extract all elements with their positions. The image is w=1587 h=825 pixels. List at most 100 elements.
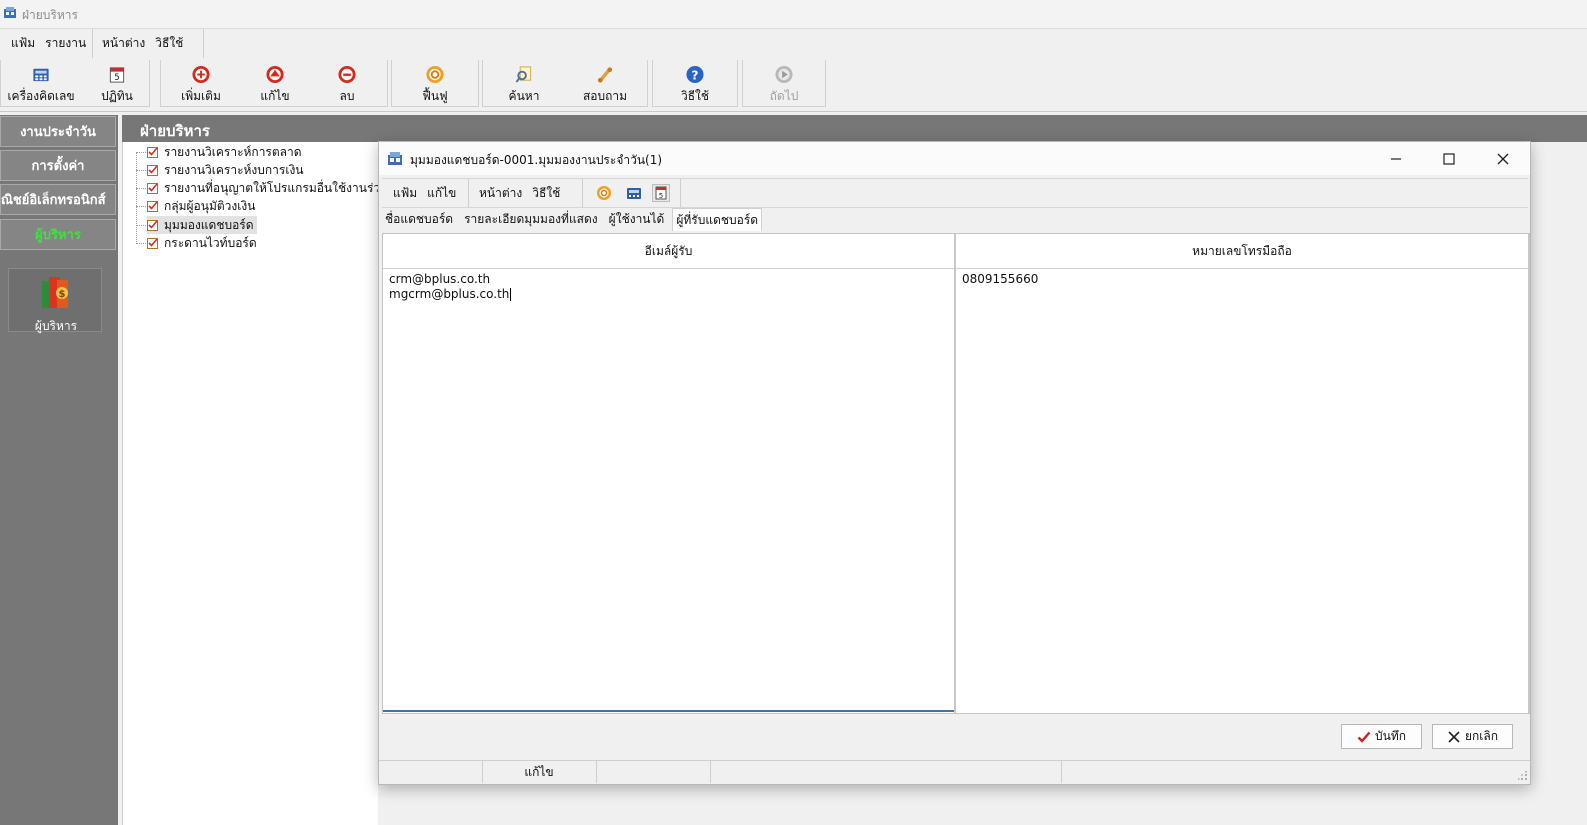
sidebar-item-ecommerce-label: พาณิชย์อิเล็กทรอนิกส์ xyxy=(0,193,106,208)
status-cell xyxy=(379,761,483,783)
sidebar-item-daily-work[interactable]: งานประจำวัน xyxy=(0,116,116,147)
resize-grip-icon[interactable] xyxy=(1518,771,1528,781)
edit-icon xyxy=(266,65,284,84)
executive-module-label: ผู้บริหาร xyxy=(34,319,78,333)
dialog-menu-edit[interactable]: แก้ไข xyxy=(422,184,461,203)
calculator-icon[interactable] xyxy=(626,185,642,201)
tab-dashboard-name[interactable]: ชื่อแดชบอร์ด xyxy=(382,208,456,230)
edit-button[interactable]: แก้ไข xyxy=(239,60,311,106)
checklist-icon xyxy=(147,238,158,249)
tree-item-label: กระดานไวท์บอร์ด xyxy=(164,235,257,250)
tab-authorized-users[interactable]: ผู้ใช้งานได้ xyxy=(606,208,668,230)
calendar-button[interactable]: 5 ปฏิทิน xyxy=(87,60,147,106)
toolbar-group-next: ถัดไป xyxy=(742,60,826,107)
search-button[interactable]: ค้นหา xyxy=(488,60,560,106)
inquire-label: สอบถาม xyxy=(582,89,628,103)
maximize-icon[interactable] xyxy=(1440,150,1458,168)
tree-item-whiteboard[interactable]: กระดานไวท์บอร์ด xyxy=(147,234,257,252)
toolbar-group-tools: เครื่องคิดเลข 5 ปฏิทิน xyxy=(0,60,150,107)
save-button[interactable]: บันทึก xyxy=(1341,724,1422,749)
email-column-header: อีเมล์ผู้รับ xyxy=(383,234,954,269)
help-label: วิธีใช้ xyxy=(680,89,710,103)
phone-textarea[interactable]: 0809155660 xyxy=(962,272,1038,287)
calculator-icon xyxy=(33,68,49,82)
tree-connector xyxy=(136,225,146,226)
calculator-label: เครื่องคิดเลข xyxy=(7,89,75,103)
app-icon xyxy=(388,152,402,165)
calendar-icon: 5 xyxy=(109,67,125,83)
next-button[interactable]: ถัดไป xyxy=(748,60,820,106)
add-button[interactable]: เพิ่มเติม xyxy=(165,60,237,106)
dialog-menu-group-file: แฟ้ม แก้ไข xyxy=(388,179,469,207)
tree-item-label: รายงานวิเคราะห์งบการเงิน xyxy=(164,162,304,177)
menu-group-file: แฟ้ม รายงาน xyxy=(6,29,93,58)
calendar-icon[interactable]: 5 xyxy=(652,184,670,202)
status-mode: แก้ไข xyxy=(482,761,597,783)
sidebar-item-ecommerce[interactable]: พาณิชย์อิเล็กทรอนิกส์ xyxy=(0,184,116,215)
email-column: อีเมล์ผู้รับ crm@bplus.co.th mgcrm@bplus… xyxy=(383,234,956,713)
tree-item-financial-report[interactable]: รายงานวิเคราะห์งบการเงิน xyxy=(147,161,304,179)
dialog-tabs: ชื่อแดชบอร์ด รายละเอียดมุมมองที่แสดง ผู้… xyxy=(382,208,767,232)
help-button[interactable]: ? วิธีใช้ xyxy=(659,60,731,106)
dialog-menu-file[interactable]: แฟ้ม xyxy=(388,184,422,203)
toolbar-group-edit: เพิ่มเติม แก้ไข ลบ xyxy=(160,60,388,107)
tree-item-label: รายงานวิเคราะห์การตลาด xyxy=(164,144,302,159)
toolbar-group-restore: ฟื้นฟู xyxy=(391,60,479,107)
menu-help[interactable]: วิธีใช้ xyxy=(150,34,188,53)
email-textarea[interactable]: crm@bplus.co.th mgcrm@bplus.co.th xyxy=(389,272,512,302)
restore-icon xyxy=(426,65,444,84)
search-label: ค้นหา xyxy=(508,89,540,103)
phone-icon xyxy=(597,67,613,83)
tree-connector xyxy=(136,152,146,153)
status-cell xyxy=(596,761,711,783)
menu-file[interactable]: แฟ้ม xyxy=(6,34,40,53)
checklist-icon xyxy=(147,220,158,231)
phone-column: หมายเลขโทรมือถือ 0809155660 xyxy=(956,234,1529,713)
menu-window[interactable]: หน้าต่าง xyxy=(97,34,150,53)
checklist-icon xyxy=(147,165,158,176)
tree-connector xyxy=(136,170,146,171)
svg-text:5: 5 xyxy=(114,73,119,83)
tree-item-dashboard-view[interactable]: มุมมองแดชบอร์ด xyxy=(147,216,257,234)
books-dollar-icon: $ xyxy=(42,277,68,308)
inquire-button[interactable]: สอบถาม xyxy=(569,60,641,106)
checklist-icon xyxy=(147,183,158,194)
tree-item-credit-approvers[interactable]: กลุ่มผู้อนุมัติวงเงิน xyxy=(147,197,255,215)
dialog-statusbar: แก้ไข xyxy=(379,760,1530,783)
cancel-button[interactable]: ยกเลิก xyxy=(1432,724,1513,749)
calendar-label: ปฏิทิน xyxy=(101,89,133,103)
svg-text:$: $ xyxy=(59,289,66,300)
text-caret xyxy=(510,288,512,301)
email-line: crm@bplus.co.th xyxy=(389,272,491,286)
tree-connector xyxy=(136,206,146,207)
tree-item-marketing-report[interactable]: รายงานวิเคราะห์การตลาด xyxy=(147,143,302,161)
focus-indicator xyxy=(383,710,954,712)
sidebar: งานประจำวัน การตั้งค่า พาณิชย์อิเล็กทรอน… xyxy=(0,115,118,825)
tab-view-details[interactable]: รายละเอียดมุมมองที่แสดง xyxy=(461,208,601,230)
dialog-toolbar-icons: 5 xyxy=(588,179,681,207)
close-icon[interactable] xyxy=(1494,150,1512,168)
svg-text:?: ? xyxy=(691,68,698,82)
dialog-menu-window[interactable]: หน้าต่าง xyxy=(474,184,527,203)
menu-report[interactable]: รายงาน xyxy=(40,34,91,53)
restore-icon[interactable] xyxy=(596,185,612,201)
tree-item-shared-report[interactable]: รายงานที่อนุญาตให้โปรแกรมอื่นใช้งานร่วม xyxy=(147,179,388,197)
menu-group-window: หน้าต่าง วิธีใช้ xyxy=(97,29,204,58)
tree-item-label: รายงานที่อนุญาตให้โปรแกรมอื่นใช้งานร่วม xyxy=(164,180,389,195)
restore-button[interactable]: ฟื้นฟู xyxy=(399,60,471,106)
next-label: ถัดไป xyxy=(769,89,799,103)
delete-button[interactable]: ลบ xyxy=(311,60,383,106)
dialog-menu-help[interactable]: วิธีใช้ xyxy=(527,184,565,203)
executive-module-button[interactable]: $ ผู้บริหาร xyxy=(8,268,102,333)
dialog-title: มุมมองแดชบอร์ด-0001.มุมมองงานประจำวัน(1) xyxy=(410,153,663,167)
tab-dashboard-recipients[interactable]: ผู้ที่รับแดชบอร์ด xyxy=(672,208,763,231)
sidebar-item-settings[interactable]: การตั้งค่า xyxy=(0,150,116,181)
app-titlebar: ฝ่ายบริหาร xyxy=(0,0,1587,29)
search-icon xyxy=(515,66,532,83)
dialog-menubar: แฟ้ม แก้ไข หน้าต่าง วิธีใช้ 5 xyxy=(382,178,1528,208)
phone-column-header: หมายเลขโทรมือถือ xyxy=(956,234,1528,269)
calculator-button[interactable]: เครื่องคิดเลข xyxy=(3,60,79,106)
sidebar-item-executive[interactable]: ผู้บริหาร xyxy=(0,219,116,250)
minimize-icon[interactable] xyxy=(1387,150,1405,168)
content-title: ฝ่ายบริหาร xyxy=(140,122,210,140)
